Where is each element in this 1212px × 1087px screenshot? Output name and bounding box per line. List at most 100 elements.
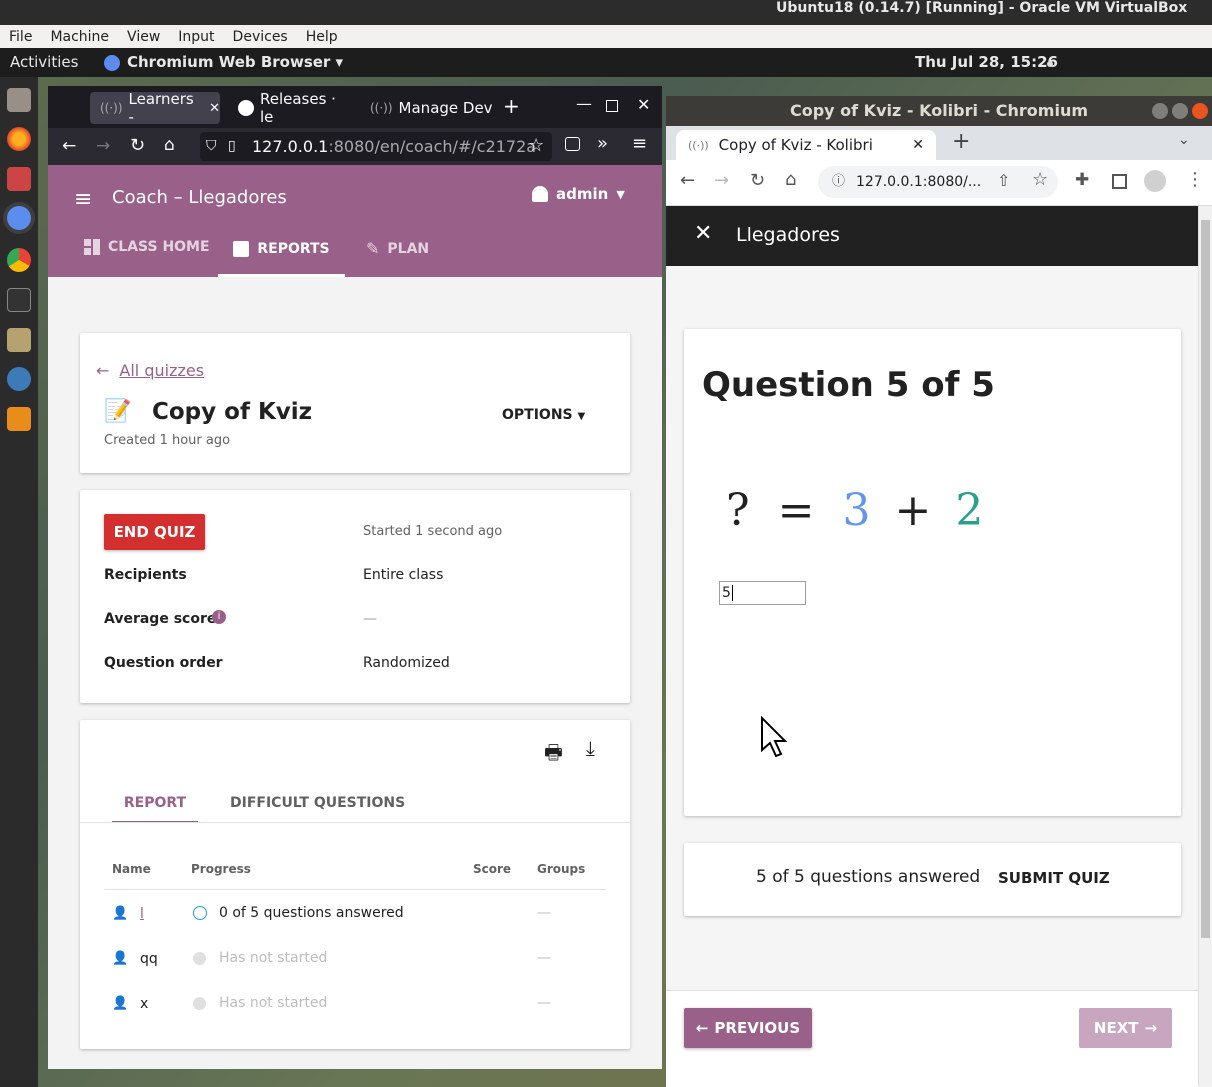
firefox-navbar: ← → ↻ ⌂ ⛉ ▯ 127.0.0.1:8080/en/coach/#/c2…: [48, 128, 662, 165]
user-menu[interactable]: admin ▼: [532, 185, 625, 203]
chrome-icon[interactable]: [7, 248, 31, 272]
clock[interactable]: Thu Jul 28, 15:26: [915, 53, 1058, 71]
back-link[interactable]: ← All quizzes: [96, 361, 204, 380]
close-window-icon[interactable]: [1192, 103, 1208, 119]
tab-divider: [80, 822, 630, 823]
profile-avatar-icon[interactable]: [1144, 170, 1166, 192]
reload-icon[interactable]: ↻: [130, 135, 145, 156]
tab-favicon-icon: ((·)): [370, 101, 393, 115]
vm-menu-input[interactable]: Input: [169, 29, 223, 45]
close-window-icon[interactable]: ✕: [637, 95, 650, 114]
submit-quiz-button[interactable]: SUBMIT QUIZ: [998, 869, 1110, 887]
gnome-top-bar: Activities Chromium Web Browser ▾ Thu Ju…: [0, 48, 1212, 77]
info-icon[interactable]: i: [212, 610, 226, 624]
table-row: 👤 qq Has not started —: [80, 941, 630, 985]
tab-plan[interactable]: ✎ PLAN: [366, 239, 429, 258]
column-header-groups: Groups: [537, 862, 586, 876]
bookmark-star-icon[interactable]: ☆: [1032, 169, 1048, 190]
close-icon[interactable]: ✕: [694, 221, 712, 246]
tab-class-home[interactable]: CLASS HOME: [84, 239, 210, 255]
maximize-icon[interactable]: [606, 100, 618, 112]
tab-reports[interactable]: REPORTS: [218, 223, 345, 277]
tab-close-icon[interactable]: ✕: [912, 137, 924, 153]
tab-releases[interactable]: Releases · le: [228, 90, 354, 126]
question-title: Question 5 of 5: [702, 365, 995, 405]
files-cabinet-icon[interactable]: [7, 88, 31, 112]
learner-name-link[interactable]: l: [140, 906, 144, 922]
class-name: Llegadores: [736, 224, 840, 246]
person-icon: 👤: [112, 951, 129, 966]
tab-manage-devices[interactable]: ((·)) Manage Dev: [360, 92, 500, 124]
hamburger-menu-icon[interactable]: ≡: [632, 133, 647, 154]
progress-text: Has not started: [219, 950, 328, 966]
download-icon[interactable]: ⤓: [586, 736, 595, 760]
tab-label: CLASS HOME: [108, 239, 210, 255]
app-icon[interactable]: [7, 367, 31, 391]
forward-arrow-icon[interactable]: →: [96, 136, 110, 156]
vm-menu-machine[interactable]: Machine: [41, 29, 118, 45]
new-tab-icon[interactable]: +: [952, 129, 970, 154]
equation-term-b: 2: [955, 485, 984, 536]
immersive-header: ✕ Llegadores: [666, 206, 1198, 266]
tab-difficult-questions[interactable]: DIFFICULT QUESTIONS: [230, 795, 405, 811]
reload-icon[interactable]: ↻: [750, 170, 765, 191]
vm-menu-help[interactable]: Help: [297, 29, 347, 45]
question-card: Question 5 of 5 ? = 3 + 2 5: [684, 329, 1181, 816]
tab-learners[interactable]: ((·)) Learners - ✕: [90, 90, 220, 126]
side-panel-icon[interactable]: [1112, 174, 1127, 189]
next-button[interactable]: NEXT →: [1079, 1008, 1172, 1048]
nav-menu-icon[interactable]: ≡: [74, 187, 92, 212]
equation-term-a: 3: [842, 485, 871, 536]
vm-menu-devices[interactable]: Devices: [224, 29, 297, 45]
tab-report[interactable]: REPORT: [112, 783, 198, 823]
table-row: 👤 l 0 of 5 questions answered —: [80, 896, 630, 940]
minimize-icon[interactable]: —: [576, 94, 592, 113]
vm-window-title: Ubuntu18 (0.14.7) [Running] - Oracle VM …: [0, 0, 1212, 25]
share-icon[interactable]: ⇧: [997, 171, 1010, 190]
print-icon[interactable]: 🖶: [544, 738, 563, 772]
url-bar[interactable]: ⓘ 127.0.0.1:8080/...: [818, 166, 1058, 198]
previous-button[interactable]: ← PREVIOUS: [684, 1008, 812, 1048]
minimize-icon[interactable]: [1152, 103, 1168, 119]
app-menu-label: Chromium Web Browser: [127, 53, 331, 71]
progress-text: Has not started: [219, 995, 328, 1011]
tab-copy-of-kviz[interactable]: ((·)) Copy of Kviz - Kolibri ✕: [676, 130, 936, 160]
back-arrow-icon[interactable]: ←: [680, 170, 695, 191]
kebab-menu-icon[interactable]: ⋮: [1186, 169, 1204, 190]
tab-search-chevron-icon[interactable]: ⌄: [1178, 132, 1190, 148]
tab-label: Releases · le: [259, 90, 336, 126]
answer-value: 5: [722, 585, 731, 601]
scrollbar[interactable]: [1198, 206, 1212, 1086]
tab-favicon-icon: ((·)): [100, 101, 123, 115]
sublime-text-icon[interactable]: [7, 407, 31, 431]
options-menu[interactable]: OPTIONS ▼: [502, 407, 585, 423]
maximize-icon[interactable]: [1172, 103, 1188, 119]
vm-menu-file[interactable]: File: [0, 29, 41, 45]
bookmark-star-icon[interactable]: ☆: [528, 135, 544, 156]
chromium-icon[interactable]: [7, 206, 31, 230]
firefox-icon[interactable]: [7, 127, 31, 151]
answer-input[interactable]: 5: [719, 581, 806, 605]
end-quiz-button[interactable]: END QUIZ: [104, 514, 205, 550]
tab-close-icon[interactable]: ✕: [209, 101, 220, 116]
scrollbar-thumb[interactable]: [1201, 220, 1210, 938]
chromium-app-icon: [104, 55, 120, 71]
quiz-title: Copy of Kviz: [152, 399, 313, 425]
settings-tools-icon[interactable]: [7, 167, 31, 191]
learner-name: x: [140, 996, 149, 1012]
terminal-icon[interactable]: [7, 288, 31, 312]
home-icon[interactable]: ⌂: [785, 169, 796, 190]
pocket-icon[interactable]: [565, 137, 580, 151]
forward-arrow-icon[interactable]: →: [714, 170, 729, 191]
extensions-puzzle-icon[interactable]: ✚: [1075, 170, 1089, 190]
tab-label: Manage Dev: [398, 99, 493, 117]
activities-button[interactable]: Activities: [10, 53, 78, 71]
url-bar[interactable]: ⛉ ▯ 127.0.0.1:8080/en/coach/#/c2172a: [200, 132, 552, 161]
home-icon[interactable]: ⌂: [164, 135, 175, 155]
archive-icon[interactable]: [7, 328, 31, 352]
app-menu[interactable]: Chromium Web Browser ▾: [127, 53, 343, 71]
back-arrow-icon[interactable]: ←: [62, 136, 76, 156]
new-tab-icon[interactable]: +: [503, 94, 520, 118]
vm-menu-view[interactable]: View: [118, 29, 169, 45]
overflow-chevrons-icon[interactable]: »: [597, 133, 608, 154]
